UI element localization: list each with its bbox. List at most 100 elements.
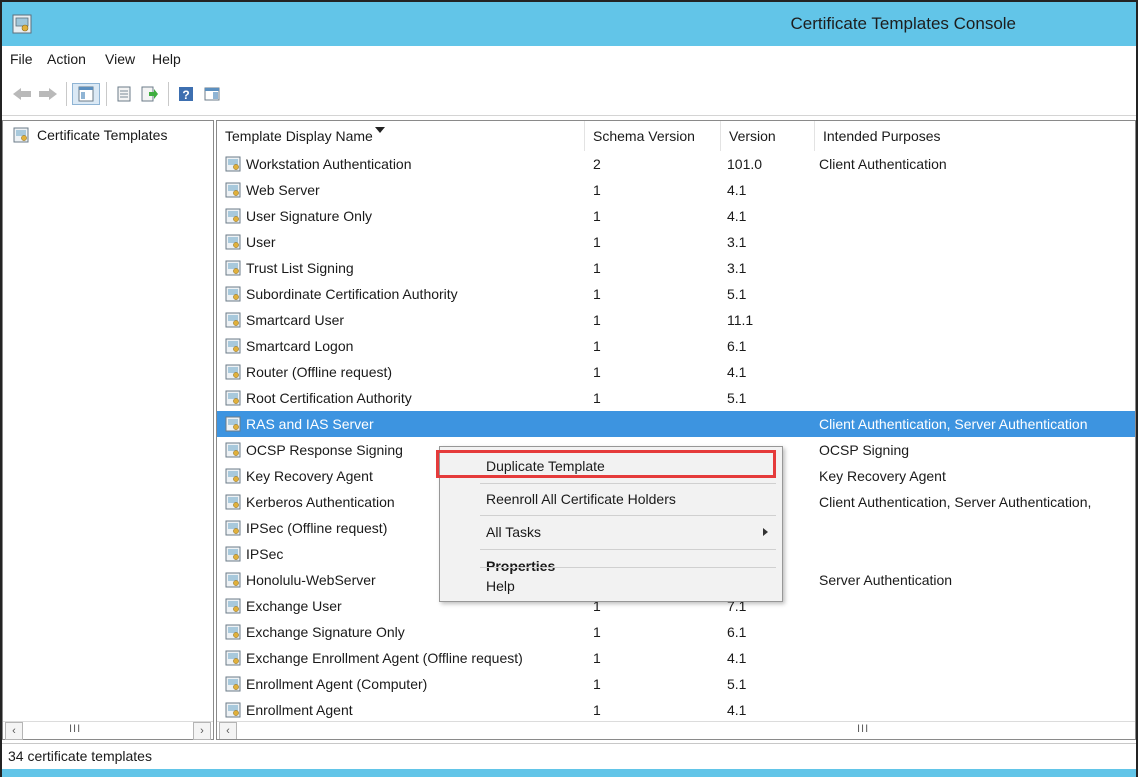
intended-purposes (819, 281, 1135, 307)
menu-file[interactable]: File (10, 51, 33, 67)
certificate-template-icon (225, 364, 241, 380)
template-name: Enrollment Agent (246, 702, 353, 718)
template-version: 11.1 (727, 312, 754, 328)
table-row[interactable]: User Signature Only 1 4.1 (217, 203, 1135, 229)
certificate-template-icon (225, 182, 241, 198)
status-bar: 34 certificate templates (2, 743, 1136, 769)
properties-icon[interactable] (112, 83, 136, 105)
row-name-cell: Router (Offline request) (225, 359, 593, 385)
row-name-cell: Subordinate Certification Authority (225, 281, 593, 307)
show-pane-icon[interactable] (200, 83, 224, 105)
intended-purposes (819, 307, 1135, 333)
certificate-template-icon (225, 676, 241, 692)
intended-purposes (819, 359, 1135, 385)
row-name-cell: User Signature Only (225, 203, 593, 229)
template-list-pane[interactable]: Template Display Name Schema Version Ver… (216, 120, 1136, 740)
menu-help[interactable]: Help (152, 51, 181, 67)
table-row[interactable]: Enrollment Agent (Computer) 1 5.1 (217, 671, 1135, 697)
toolbar-separator (168, 82, 169, 106)
table-row[interactable]: Smartcard User 1 11.1 (217, 307, 1135, 333)
intended-purposes (819, 255, 1135, 281)
table-row[interactable]: Workstation Authentication 2 101.0 Client A… (217, 151, 1135, 177)
tree-item-certificate-templates[interactable]: Certificate Templates (13, 127, 167, 143)
table-row[interactable]: RAS and IAS Server Client Authentication,… (217, 411, 1135, 437)
help-icon[interactable]: ? (174, 83, 198, 105)
certificate-template-icon (225, 702, 241, 718)
schema-version: 1 (593, 390, 601, 406)
intended-purposes (819, 593, 1135, 619)
table-row[interactable]: Subordinate Certification Authority 1 5.1 (217, 281, 1135, 307)
svg-text:?: ? (182, 88, 189, 102)
template-name: Exchange Enrollment Agent (Offline reque… (246, 650, 523, 666)
certificate-template-icon (225, 520, 241, 536)
menu-view[interactable]: View (105, 51, 135, 67)
certificate-template-icon (225, 156, 241, 172)
template-name: OCSP Response Signing (246, 442, 403, 458)
schema-version: 1 (593, 702, 601, 718)
back-icon[interactable] (10, 83, 34, 105)
intended-purposes: Key Recovery Agent (819, 468, 946, 484)
certificate-template-icon (225, 338, 241, 354)
template-version: 3.1 (727, 260, 747, 276)
column-header-schema[interactable]: Schema Version (585, 121, 721, 151)
scroll-right-button[interactable]: › (193, 722, 211, 740)
column-header-purposes[interactable]: Intended Purposes (815, 121, 1135, 151)
intended-purposes: Server Authentication (819, 572, 953, 588)
table-row[interactable]: Smartcard Logon 1 6.1 (217, 333, 1135, 359)
schema-version: 1 (593, 676, 601, 692)
menu-action[interactable]: Action (47, 51, 86, 67)
row-name-cell: Exchange Enrollment Agent (Offline reque… (225, 645, 593, 671)
intended-purposes (819, 541, 1135, 567)
table-row[interactable]: Enrollment Agent 1 4.1 (217, 697, 1135, 723)
menu-item-reenroll-all[interactable]: Reenroll All Certificate Holders (440, 484, 782, 514)
console-window: Certificate Templates Console File Actio… (0, 0, 1138, 777)
show-tree-icon[interactable] (72, 83, 100, 105)
intended-purposes (819, 177, 1135, 203)
template-version (727, 411, 819, 437)
schema-version: 1 (593, 338, 601, 354)
forward-icon[interactable] (36, 83, 60, 105)
toolbar-separator (66, 82, 67, 106)
table-row[interactable]: Trust List Signing 1 3.1 (217, 255, 1135, 281)
schema-version: 1 (593, 650, 601, 666)
status-text: 34 certificate templates (8, 748, 152, 764)
menu-item-help[interactable]: Help (440, 571, 782, 601)
row-name-cell: User (225, 229, 593, 255)
window-title: Certificate Templates Console (790, 14, 1016, 33)
row-name-cell: Trust List Signing (225, 255, 593, 281)
tree-horizontal-scrollbar[interactable]: ‹ III › (3, 721, 213, 740)
list-horizontal-scrollbar[interactable]: ‹ III (217, 721, 1135, 739)
table-row[interactable]: Exchange Enrollment Agent (Offline reque… (217, 645, 1135, 671)
toolbar: ? (2, 72, 1136, 116)
template-name: Enrollment Agent (Computer) (246, 676, 428, 692)
template-name: Smartcard Logon (246, 338, 354, 354)
bottom-border (2, 769, 1136, 777)
template-version: 4.1 (727, 364, 747, 380)
scroll-grip[interactable]: III (857, 723, 869, 735)
row-name-cell: Root Certification Authority (225, 385, 593, 411)
title-bar[interactable]: Certificate Templates Console (2, 2, 1136, 46)
tree-pane[interactable]: Certificate Templates ‹ III › (2, 120, 214, 740)
scroll-grip[interactable]: III (69, 723, 81, 735)
row-name-cell: Exchange Signature Only (225, 619, 593, 645)
duplicate-template-highlight (436, 450, 776, 478)
template-name: Workstation Authentication (246, 156, 412, 172)
template-rows: Workstation Authentication 2 101.0 Client A… (217, 151, 1135, 723)
menu-item-all-tasks[interactable]: All Tasks (440, 517, 782, 547)
scroll-left-button[interactable]: ‹ (219, 722, 237, 739)
certificate-template-icon (225, 286, 241, 302)
certificate-template-icon (225, 468, 241, 484)
table-row[interactable]: Exchange Signature Only 1 6.1 (217, 619, 1135, 645)
table-row[interactable]: Router (Offline request) 1 4.1 (217, 359, 1135, 385)
column-header-name[interactable]: Template Display Name (217, 121, 585, 151)
table-row[interactable]: Root Certification Authority 1 5.1 (217, 385, 1135, 411)
export-icon[interactable] (138, 83, 162, 105)
menu-bar: File Action View Help (2, 46, 1136, 72)
table-row[interactable]: Web Server 1 4.1 (217, 177, 1135, 203)
intended-purposes (819, 515, 1135, 541)
template-version: 6.1 (727, 338, 747, 354)
scroll-left-button[interactable]: ‹ (5, 722, 23, 740)
column-header-version[interactable]: Version (721, 121, 815, 151)
template-name: Router (Offline request) (246, 364, 393, 380)
table-row[interactable]: User 1 3.1 (217, 229, 1135, 255)
